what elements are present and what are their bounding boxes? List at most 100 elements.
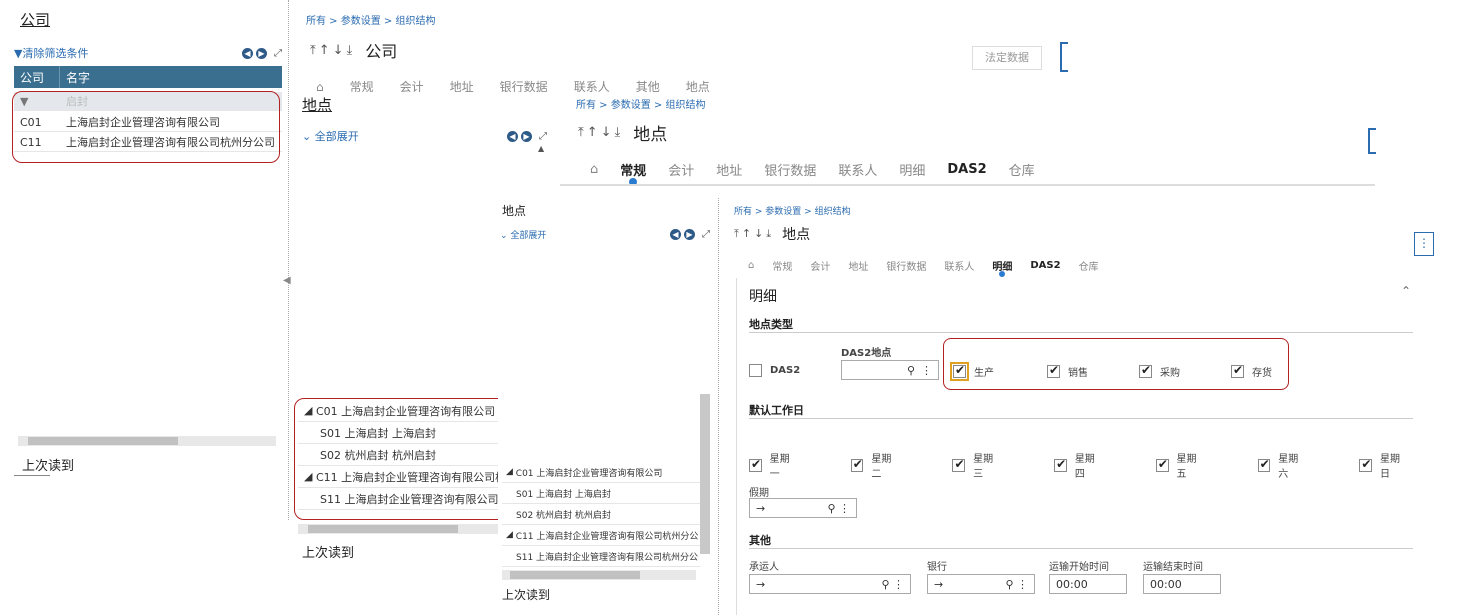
site-1-hscroll-thumb[interactable] [308, 525, 458, 533]
checkbox[interactable] [1054, 457, 1067, 472]
prev-icon[interactable]: ◀ [507, 130, 518, 142]
collapse-chevron-icon[interactable]: ⌃ [1401, 284, 1411, 298]
site-tree-1-highlight [294, 398, 514, 520]
record-nav-arrows-icon[interactable]: ⤒↑↓⤓ [578, 125, 623, 140]
checkbox[interactable] [952, 457, 966, 472]
company-footer: 上次读到 [22, 459, 75, 474]
ship-end-label: 运输结束时间 [1143, 562, 1203, 573]
site-1-hscroll[interactable] [298, 524, 498, 534]
more-menu-button[interactable]: ⋮ [1414, 232, 1434, 256]
das2-checkbox[interactable]: DAS2 [749, 364, 800, 377]
tree-node[interactable]: ◢ C01 上海启封企业管理咨询有限公司 [502, 462, 700, 483]
collapse-triangle-icon[interactable]: ◢ [506, 467, 513, 477]
search-icon[interactable]: ⚲ [827, 502, 835, 515]
search-icon[interactable]: ⚲ [1005, 578, 1013, 591]
breadcrumb: 所有 > 参数设置 > 组织结构 [576, 100, 706, 111]
carrier-label: 承运人 [749, 562, 779, 573]
tree-node[interactable]: S01 上海启封 上海启封 [502, 483, 700, 504]
next-icon[interactable]: ▶ [684, 229, 695, 240]
tree-node[interactable]: S02 杭州启封 杭州启封 [502, 504, 700, 525]
company-hscroll[interactable] [18, 436, 276, 446]
checkbox[interactable] [850, 457, 864, 472]
clear-filter-button[interactable]: ▼清除筛选条件 [14, 45, 88, 61]
header-name[interactable]: 名字 [60, 66, 96, 88]
prev-icon[interactable]: ◀ [242, 47, 253, 59]
next-icon[interactable]: ▶ [521, 130, 532, 142]
tab-accounting[interactable]: 会计 [810, 258, 830, 273]
weekday-checkbox[interactable]: 星期六 [1257, 450, 1308, 480]
site-panel-1-title: 地点 [302, 96, 333, 114]
company-hscroll-thumb[interactable] [28, 437, 178, 445]
checkbox[interactable] [1359, 457, 1372, 472]
holiday-field[interactable]: → ⚲ ⋮ [749, 498, 857, 518]
weekday-checkbox[interactable]: 星期四 [1054, 450, 1104, 480]
tab-bank[interactable]: 银行数据 [886, 258, 926, 273]
tab-contacts[interactable]: 联系人 [838, 160, 877, 179]
weekday-checkbox[interactable]: 星期三 [952, 450, 1002, 480]
tab-details[interactable]: 明细 [992, 258, 1012, 277]
site-1-vscroll-up[interactable]: ▲ [538, 144, 544, 153]
tab-bank[interactable]: 银行数据 [764, 160, 816, 179]
record-nav-arrows-icon[interactable]: ⤒↑↓⤓ [310, 43, 355, 58]
more-vert-icon[interactable]: ⋮ [893, 578, 904, 591]
weekday-checkbox[interactable]: 星期二 [850, 450, 901, 480]
site-tabs-2-rule [560, 184, 1375, 186]
tab-general[interactable]: 常规 [772, 258, 792, 273]
tab-contacts[interactable]: 联系人 [944, 258, 974, 273]
tab-warehouse[interactable]: 仓库 [1009, 160, 1035, 179]
record-nav-arrows-icon[interactable]: ⤒↑↓⤓ [734, 227, 774, 241]
site-2-hscroll-thumb[interactable] [510, 571, 640, 579]
expand-icon[interactable]: ⤢ [274, 48, 282, 59]
collapse-triangle-icon[interactable]: ◢ [506, 530, 513, 540]
expand-icon[interactable]: ⤢ [539, 131, 547, 142]
site-2-hscroll[interactable] [502, 570, 696, 580]
tab-general[interactable]: 常规 [620, 160, 646, 186]
legal-data-button[interactable]: 法定数据 [972, 46, 1042, 70]
tab-address[interactable]: 地址 [716, 160, 742, 179]
weekday-checkbox[interactable]: 星期五 [1155, 450, 1206, 480]
bank-field[interactable]: → ⚲ ⋮ [927, 574, 1035, 594]
weekday-checkbox[interactable]: 星期日 [1359, 450, 1409, 480]
more-vert-icon[interactable]: ⋮ [839, 502, 850, 515]
splitter-2[interactable] [718, 198, 719, 615]
workdays-heading: 默认工作日 [749, 404, 804, 417]
tree-node[interactable]: S11 上海启封企业管理咨询有限公司杭州分公 [502, 546, 700, 567]
ship-end-field[interactable]: 00:00 [1143, 574, 1221, 594]
expand-all-button[interactable]: ⌄ 全部展开 [302, 128, 359, 144]
tab-das2[interactable]: DAS2 [1030, 260, 1060, 271]
expand-icon[interactable]: ⤢ [702, 229, 710, 240]
checkbox[interactable] [749, 457, 762, 472]
more-vert-icon[interactable]: ⋮ [921, 364, 932, 377]
site-window-3: 所有 > 参数设置 > 组织结构 ⤒↑↓⤓ 地点 ⋮ ⌂ 常规 会计 地址 银行… [722, 198, 1437, 615]
weekday-checkbox[interactable]: 星期一 [749, 450, 799, 480]
tab-das2[interactable]: DAS2 [947, 162, 986, 177]
home-icon[interactable]: ⌂ [590, 162, 598, 177]
ship-start-field[interactable]: 00:00 [1049, 574, 1127, 594]
search-icon[interactable]: ⚲ [907, 364, 915, 377]
other-rule [749, 548, 1413, 549]
site-2-vscroll[interactable] [700, 394, 710, 554]
tree-node[interactable]: ◢ C11 上海启封企业管理咨询有限公司杭州分公 [502, 525, 700, 546]
das2-site-field[interactable]: ⚲ ⋮ [841, 360, 939, 380]
tab-accounting[interactable]: 会计 [668, 160, 694, 179]
search-icon[interactable]: ⚲ [881, 578, 889, 591]
checkbox[interactable] [1155, 457, 1169, 472]
weekday-list: 星期一 星期二 星期三 星期四 星期五 星期六 星期日 [749, 450, 1409, 480]
site-panel-2: 地点 ⌄ 全部展开 ◀ ▶ ⤢ ◢ C01 上海启封企业管理咨询有限公司 S01… [498, 198, 716, 615]
expand-all-button[interactable]: ⌄ 全部展开 [500, 228, 546, 241]
carrier-field[interactable]: → ⚲ ⋮ [749, 574, 911, 594]
header-company[interactable]: 公司 [14, 66, 60, 88]
more-vert-icon[interactable]: ⋮ [1017, 578, 1028, 591]
company-panel: 公司 ▼清除筛选条件 ◀ ▶ ⤢ 公司 名字 ▼ 启封 C01 上海启封企业管理… [0, 0, 288, 480]
splitter-handle-1[interactable]: ◀ [283, 275, 291, 286]
splitter-1[interactable] [288, 0, 289, 520]
next-icon[interactable]: ▶ [256, 47, 267, 59]
tab-address[interactable]: 地址 [848, 258, 868, 273]
company-panel-title: 公司 [20, 11, 51, 29]
home-icon[interactable]: ⌂ [748, 260, 754, 271]
prev-icon[interactable]: ◀ [670, 229, 681, 240]
tab-warehouse[interactable]: 仓库 [1079, 258, 1099, 273]
checkbox[interactable] [1257, 457, 1271, 472]
checkbox[interactable] [749, 364, 762, 377]
tab-details[interactable]: 明细 [899, 160, 925, 179]
